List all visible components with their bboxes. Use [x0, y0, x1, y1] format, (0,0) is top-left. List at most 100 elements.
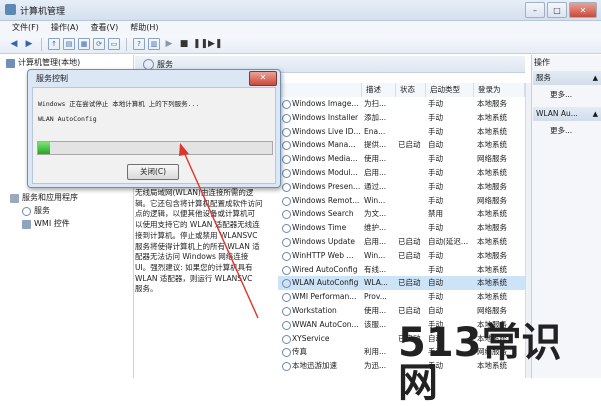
dialog-message: Windows 正在尝试停止 本地计算机 上的下列服务... — [38, 100, 200, 108]
gear-icon — [282, 182, 291, 192]
window-controls: – □ ✕ — [525, 2, 597, 18]
export-list-icon[interactable]: ▭ — [108, 38, 120, 50]
minimize-button[interactable]: – — [525, 2, 545, 18]
service-logon: 本地系统 — [477, 167, 507, 177]
column-name[interactable] — [278, 83, 362, 97]
tree-item-label: WMI 控件 — [34, 219, 70, 228]
window-title: 计算机管理 — [20, 7, 66, 17]
up-folder-icon[interactable]: ↑ — [48, 38, 60, 50]
service-name: Wired AutoConfig — [292, 264, 358, 274]
service-startup: 自动 — [428, 278, 443, 288]
description-line: 服务。 — [135, 284, 158, 294]
actions-group-wlan[interactable]: WLAN Au... ▲ — [533, 107, 601, 121]
service-row[interactable]: Windows Modul... 启用... 手动 本地系统 — [278, 166, 525, 180]
gear-icon — [282, 196, 291, 206]
show-tree-icon[interactable]: ▤ — [63, 38, 75, 50]
service-row[interactable]: Workstation 使用... 已启动 自动 网络服务 — [278, 304, 525, 318]
actions-group-label: WLAN Au... — [536, 109, 578, 118]
tree-item-services-apps[interactable]: 服务和应用程序 — [10, 192, 78, 204]
service-logon: 本地系统 — [477, 209, 507, 219]
start-service-icon[interactable]: ▶ — [163, 38, 175, 50]
service-row[interactable]: Windows Mana... 提供... 已启动 自动 本地系统 — [278, 138, 525, 152]
service-name: Windows Modul... — [292, 167, 358, 177]
back-arrow-icon[interactable]: ◀ — [8, 38, 20, 50]
service-logon: 本地系统 — [477, 292, 507, 302]
service-row[interactable]: Windows Image... 为扫... 手动 本地服务 — [278, 97, 525, 111]
service-name: WMI Performan... — [292, 292, 357, 302]
service-name: Windows Media... — [292, 154, 358, 164]
close-window-button[interactable]: ✕ — [569, 2, 597, 18]
service-row[interactable]: Windows Live ID... Ena... 手动 本地系统 — [278, 125, 525, 139]
service-desc: 添加... — [364, 112, 387, 122]
menu-action[interactable]: 操作(A) — [51, 21, 79, 35]
forward-arrow-icon[interactable]: ▶ — [23, 38, 35, 50]
column-startup-type[interactable]: 启动类型 — [426, 83, 474, 97]
service-name: Windows Update — [292, 236, 356, 246]
service-row[interactable]: Windows Installer 添加... 手动 本地系统 — [278, 111, 525, 125]
service-name: Windows Image... — [292, 99, 359, 108]
service-name: Windows Mana... — [292, 140, 356, 150]
service-startup: 自动(延迟... — [428, 236, 469, 246]
service-row[interactable]: Windows Time 维护... 手动 本地服务 — [278, 221, 525, 235]
description-line: 配器无法访问 Windows 网络连接 — [135, 252, 249, 262]
actions-more-link[interactable]: 更多... — [550, 125, 572, 136]
dialog-close-button[interactable]: 关闭(C) — [127, 164, 179, 180]
service-row[interactable]: Wired AutoConfig 有线... 手动 本地系统 — [278, 263, 525, 277]
service-startup: 手动 — [428, 99, 443, 108]
properties-icon[interactable]: ▦ — [78, 38, 90, 50]
service-name: WinHTTP Web ... — [292, 250, 354, 260]
maximize-button[interactable]: □ — [547, 2, 567, 18]
gear-icon — [282, 362, 291, 372]
service-name: Windows Installer — [292, 112, 359, 122]
actions-more-link[interactable]: 更多... — [550, 89, 572, 100]
gear-icon — [282, 141, 291, 151]
service-desc: 有线... — [364, 264, 387, 274]
help-icon[interactable]: ? — [133, 38, 145, 50]
service-row[interactable]: Windows Presen... 通过... 手动 本地服务 — [278, 180, 525, 194]
service-row[interactable]: Windows Search 为文... 禁用 本地系统 — [278, 207, 525, 221]
watermark-text: 513常识网 — [398, 320, 562, 406]
actions-group-label: 服务 — [536, 73, 551, 82]
service-row[interactable]: WMI Performan... Prov... 手动 本地系统 — [278, 290, 525, 304]
service-desc: 为迅... — [364, 361, 387, 371]
service-name: Windows Remot... — [292, 195, 360, 205]
tree-root[interactable]: 计算机管理(本地) — [6, 57, 80, 69]
service-row[interactable]: WinHTTP Web ... Win... 已启动 手动 本地服务 — [278, 249, 525, 263]
service-logon: 本地服务 — [477, 181, 507, 191]
collapse-icon[interactable]: ▲ — [593, 107, 598, 121]
collapse-icon[interactable]: ▲ — [593, 71, 598, 85]
service-status: 已启动 — [398, 140, 421, 150]
service-row[interactable]: Windows Remot... Win... 手动 网络服务 — [278, 194, 525, 208]
restart-service-icon[interactable]: ▶❚ — [208, 38, 222, 50]
dialog-close-icon[interactable]: ✕ — [249, 71, 277, 86]
menu-view[interactable]: 查看(V) — [91, 21, 119, 35]
service-status: 已启动 — [398, 250, 421, 260]
dialog-service-name: WLAN AutoConfig — [38, 115, 97, 123]
service-desc: 启用... — [364, 236, 387, 246]
menu-bar: 文件(F) 操作(A) 查看(V) 帮助(H) — [0, 21, 601, 35]
tree-item-services[interactable]: 服务 — [22, 205, 50, 217]
stop-service-icon[interactable]: ■ — [178, 38, 190, 50]
refresh-icon[interactable]: ⟳ — [93, 38, 105, 50]
column-description[interactable]: 描述 — [362, 83, 396, 97]
pause-service-icon[interactable]: ❚❚ — [193, 38, 208, 50]
service-row[interactable]: Windows Media... 使用... 手动 网络服务 — [278, 152, 525, 166]
gear-icon — [282, 265, 291, 275]
service-startup: 手动 — [428, 154, 443, 164]
column-logon-as[interactable]: 登录为 — [474, 83, 525, 97]
menu-help[interactable]: 帮助(H) — [130, 21, 158, 35]
service-row[interactable]: Windows Update 启用... 已启动 自动(延迟... 本地系统 — [278, 235, 525, 249]
column-status[interactable]: 状态 — [396, 83, 426, 97]
service-status: 已启动 — [398, 278, 421, 288]
service-desc: Win... — [364, 195, 386, 205]
service-logon: 本地服务 — [477, 223, 507, 233]
description-line: UI。强烈建议: 如果您的计算机具有 — [135, 262, 253, 272]
service-row[interactable]: WLAN AutoConfig WLA... 已启动 自动 本地系统 — [278, 276, 525, 291]
tree-item-wmi[interactable]: WMI 控件 — [22, 218, 70, 230]
console-icon[interactable]: ▥ — [148, 38, 160, 50]
gear-icon — [282, 279, 291, 289]
service-startup: 自动 — [428, 140, 443, 150]
actions-group-services[interactable]: 服务 ▲ — [533, 71, 601, 85]
toolbar-separator — [126, 37, 127, 51]
menu-file[interactable]: 文件(F) — [12, 21, 39, 35]
